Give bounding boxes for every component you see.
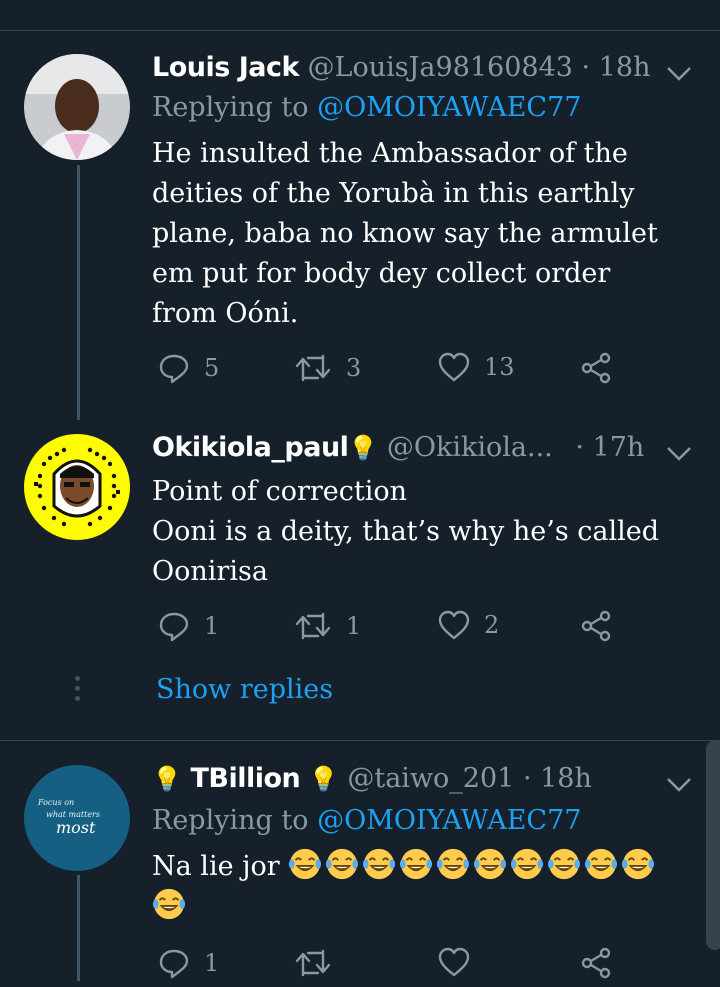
chevron-down-icon[interactable]	[666, 438, 692, 469]
like-count: 13	[484, 353, 515, 381]
timestamp[interactable]: · 18h	[523, 763, 592, 794]
thread-line	[77, 875, 80, 981]
retweet-icon	[295, 612, 331, 640]
tweet-text-line: deities of the Yorubà in this earthly	[152, 178, 635, 209]
tweet-text-line: Oonirisa	[152, 556, 268, 587]
timestamp[interactable]: · 17h	[575, 432, 644, 463]
avatar[interactable]: Focus on what matters most	[24, 765, 130, 871]
avatar[interactable]	[24, 434, 130, 540]
laughing-emoji-icon	[585, 848, 618, 880]
tweet-text-line: Ooni is a deity, that’s why he’s called	[152, 516, 660, 547]
laughing-emoji-icon	[363, 848, 396, 880]
tweet-text: Point of correction Ooni is a deity, tha…	[152, 472, 692, 592]
tweet-text-line: from Oóni.	[152, 298, 299, 329]
reply-icon	[159, 612, 189, 642]
reply-icon	[159, 354, 189, 384]
replying-to: Replying to @OMOIYAWAEC77	[152, 805, 581, 836]
mention-link[interactable]: @OMOIYAWAEC77	[317, 805, 581, 836]
share-icon	[581, 352, 611, 384]
laughing-emoji-icon	[326, 848, 359, 880]
reply-count: 1	[204, 612, 220, 640]
share-icon	[581, 947, 611, 979]
tweet-tbillion[interactable]: Focus on what matters most 💡 TBillion 💡 …	[0, 741, 720, 981]
like-icon	[438, 947, 470, 977]
tweet-text-line: Point of correction	[152, 476, 408, 507]
tweet-text-line: plane, baba no know say the armulet	[152, 218, 658, 249]
scrollbar[interactable]	[706, 740, 720, 950]
reply-icon	[159, 949, 189, 979]
divider	[0, 30, 720, 31]
like-icon	[438, 610, 470, 640]
mention-link[interactable]: @OMOIYAWAEC77	[317, 92, 581, 123]
replying-to: Replying to @OMOIYAWAEC77	[152, 92, 581, 123]
share-icon	[581, 610, 611, 642]
tweet-actions: 1	[152, 947, 652, 987]
laughing-emoji-icon	[548, 848, 581, 880]
thread-line	[77, 165, 80, 420]
thread-dots	[75, 676, 80, 706]
laughing-emoji-icon	[289, 848, 322, 880]
laughing-emoji-icon	[400, 848, 433, 880]
display-name[interactable]: Okikiola_paul	[152, 432, 349, 463]
lightbulb-icon: 💡	[308, 765, 339, 793]
replying-to-label: Replying to	[152, 92, 309, 123]
display-name[interactable]: TBillion	[190, 763, 300, 794]
tweet-okikiola-paul[interactable]: Okikiola_paul💡 @Okikiola... · 17h Point …	[0, 420, 720, 740]
retweet-button[interactable]: 3	[294, 352, 361, 384]
replying-to-label: Replying to	[152, 805, 309, 836]
tweet-text: Na lie jor	[152, 847, 692, 927]
user-handle[interactable]: @taiwo_201	[347, 763, 514, 794]
tweet-text: He insulted the Ambassador of the deitie…	[152, 134, 692, 334]
tweet-louis-jack[interactable]: Louis Jack @LouisJa98160843 · 18h Replyi…	[0, 0, 720, 420]
laughing-emoji-icon	[622, 848, 655, 880]
like-button[interactable]	[438, 947, 470, 977]
tweet-actions: 5 3 13	[152, 352, 652, 392]
reply-button[interactable]: 1	[158, 947, 219, 979]
chevron-down-icon[interactable]	[666, 58, 692, 89]
like-icon	[438, 352, 470, 382]
reply-count: 1	[204, 949, 220, 977]
avatar-text-line: Focus on	[37, 798, 74, 807]
share-button[interactable]	[580, 610, 612, 642]
reply-button[interactable]: 1	[158, 610, 219, 642]
retweet-count: 1	[346, 612, 362, 640]
laughing-emoji-icon	[474, 848, 507, 880]
like-button[interactable]: 2	[438, 610, 499, 640]
laughing-emoji-icon	[511, 848, 544, 880]
share-button[interactable]	[580, 352, 612, 384]
retweet-count: 3	[346, 354, 362, 382]
avatar-text-line: most	[56, 818, 96, 837]
chevron-down-icon[interactable]	[666, 769, 692, 800]
like-button[interactable]: 13	[438, 352, 515, 382]
retweet-icon	[295, 949, 331, 977]
laughing-emoji-icon	[437, 848, 470, 880]
lightbulb-icon: 💡	[152, 765, 182, 793]
timestamp[interactable]: · 18h	[582, 52, 651, 83]
display-name[interactable]: Louis Jack	[152, 52, 299, 83]
tweet-text-line: em put for body dey collect order	[152, 258, 611, 289]
laughing-emoji-icon	[152, 888, 186, 920]
reply-count: 5	[204, 354, 220, 382]
retweet-button[interactable]: 1	[294, 610, 361, 642]
user-handle[interactable]: @LouisJa98160843	[308, 52, 573, 83]
avatar[interactable]	[24, 54, 130, 160]
reply-button[interactable]: 5	[158, 352, 219, 384]
like-count: 2	[484, 611, 500, 639]
retweet-icon	[295, 354, 331, 382]
lightbulb-icon: 💡	[348, 434, 379, 462]
show-replies-link[interactable]: Show replies	[156, 674, 333, 705]
tweet-text-line: Na lie jor	[152, 851, 280, 882]
tweet-text-line: He insulted the Ambassador of the	[152, 138, 628, 169]
tweet-actions: 1 1 2	[152, 610, 652, 650]
share-button[interactable]	[580, 947, 612, 979]
retweet-button[interactable]	[294, 947, 332, 979]
user-handle[interactable]: @Okikiola...	[387, 432, 553, 463]
